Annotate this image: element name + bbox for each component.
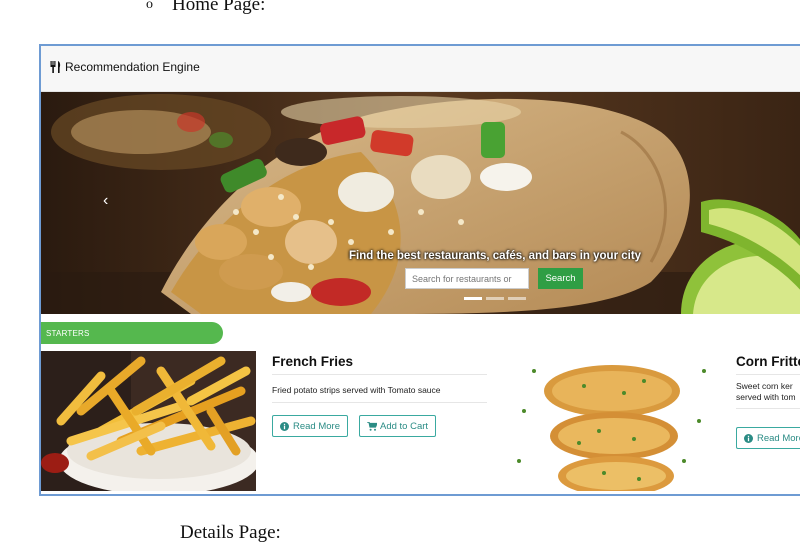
carousel-indicator-1[interactable]	[464, 297, 482, 300]
chevron-left-icon: ‹	[103, 192, 109, 209]
read-more-button[interactable]: Read More	[736, 427, 800, 449]
app-screenshot-frame: Recommendation Engine ‹ Find the best re…	[39, 44, 800, 496]
carousel-indicators	[464, 297, 526, 300]
section-title: STARTERS	[46, 329, 90, 338]
info-circle-icon	[280, 421, 289, 431]
shopping-cart-icon	[367, 420, 378, 431]
document-bullet-heading: o Home Page:	[146, 0, 265, 16]
read-more-label: Read More	[757, 432, 800, 444]
card-title-french-fries: French Fries	[272, 354, 354, 369]
card-divider	[272, 402, 487, 403]
navbar: Recommendation Engine	[41, 46, 800, 92]
section-header-starters: STARTERS	[41, 322, 223, 344]
french-fries-image	[41, 351, 256, 491]
info-circle-icon	[744, 433, 753, 443]
details-page-heading: Details Page:	[180, 522, 281, 543]
carousel-prev-button[interactable]: ‹	[103, 192, 108, 210]
brand-text: Recommendation Engine	[65, 60, 200, 74]
description-line: served with tom	[736, 392, 796, 402]
home-page-heading: Home Page:	[172, 0, 266, 15]
utensils-icon	[50, 61, 62, 73]
card-title-corn-fritters: Corn Fritte	[736, 354, 800, 369]
read-more-button[interactable]: Read More	[272, 415, 348, 437]
card-divider	[272, 374, 487, 375]
restaurant-search-input[interactable]	[405, 268, 529, 289]
card-description-corn-fritters: Sweet corn ker served with tom	[736, 381, 800, 403]
card-description-french-fries: Fried potato strips served with Tomato s…	[272, 385, 441, 395]
carousel-indicator-3[interactable]	[508, 297, 526, 300]
corn-fritters-image	[504, 351, 720, 491]
search-button[interactable]: Search	[538, 268, 583, 289]
bullet-mark: o	[146, 0, 153, 12]
description-line: Sweet corn ker	[736, 381, 793, 391]
card-divider	[736, 408, 800, 409]
read-more-label: Read More	[293, 420, 340, 432]
carousel-indicator-2[interactable]	[486, 297, 504, 300]
card-divider	[736, 374, 800, 375]
add-to-cart-button[interactable]: Add to Cart	[359, 415, 437, 437]
hero-tagline: Find the best restaurants, cafés, and ba…	[349, 250, 642, 262]
add-to-cart-label: Add to Cart	[380, 420, 429, 432]
navbar-brand[interactable]: Recommendation Engine	[50, 60, 200, 74]
